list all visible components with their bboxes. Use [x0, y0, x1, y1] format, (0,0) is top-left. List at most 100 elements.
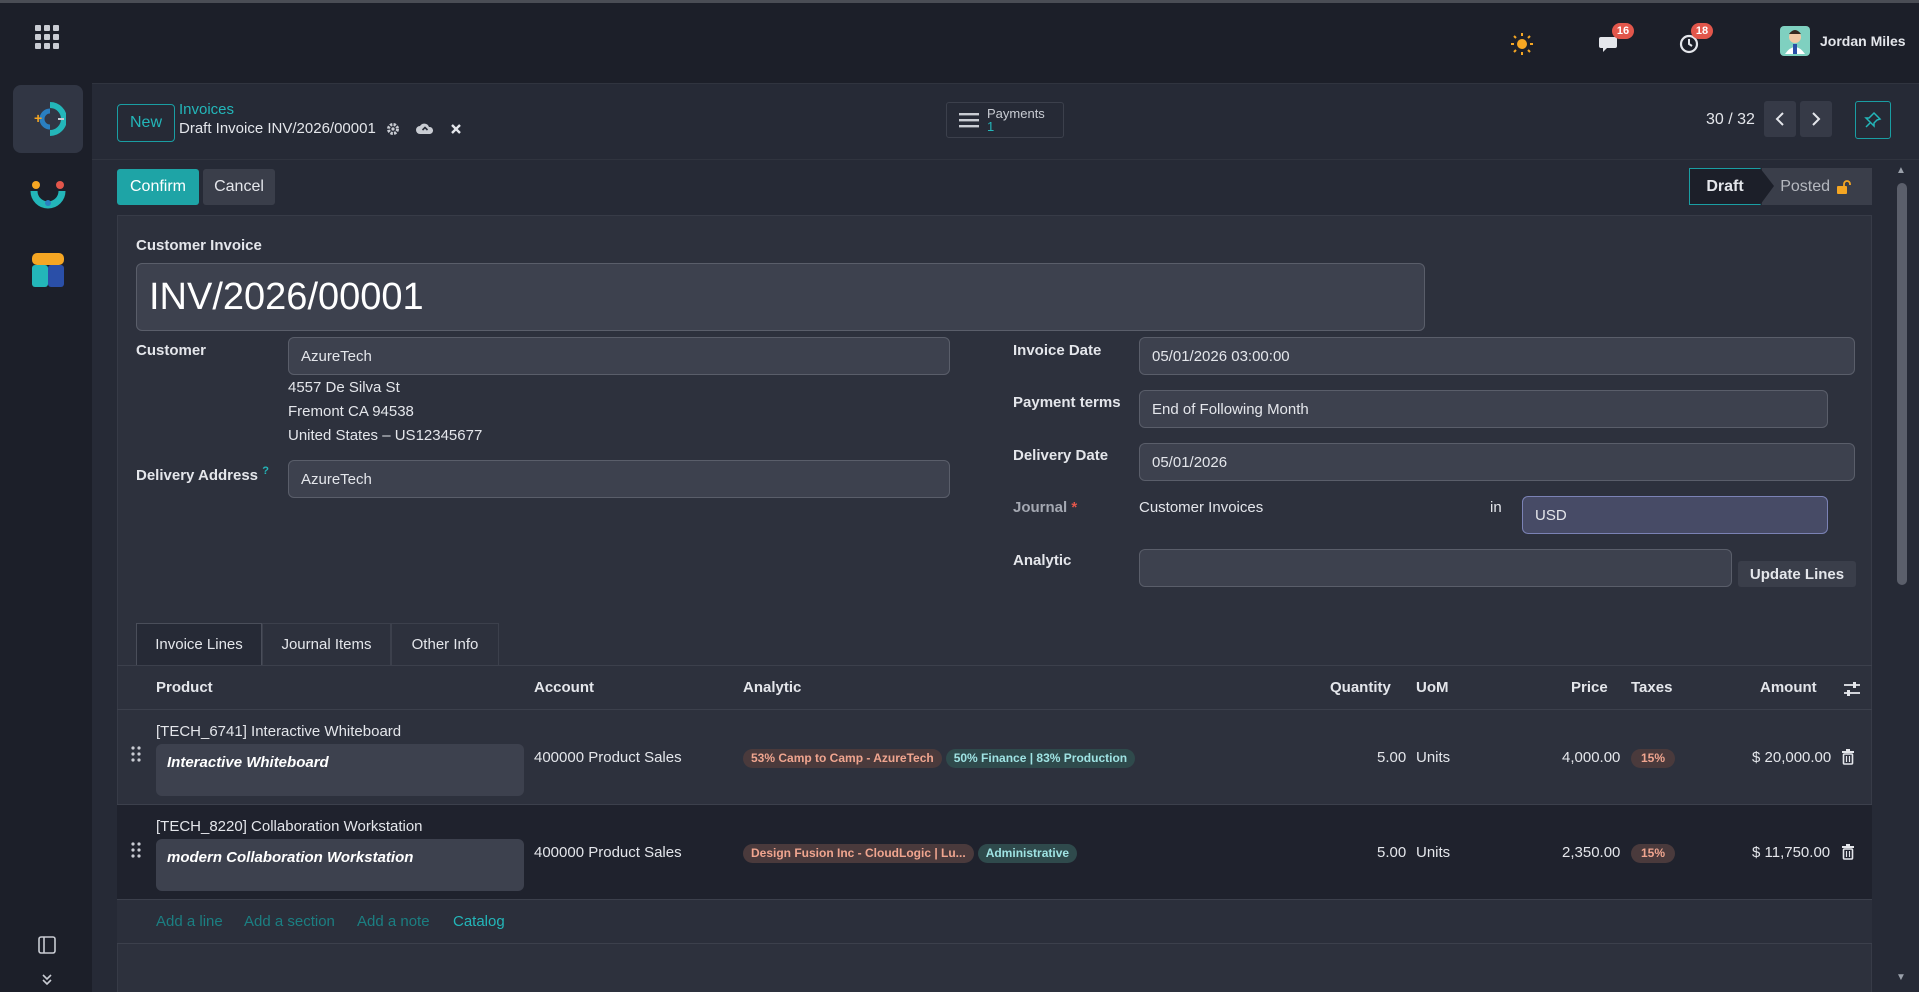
column-header-product[interactable]: Product	[156, 679, 213, 696]
page-title: Draft Invoice INV/2026/00001	[179, 120, 462, 137]
line-description[interactable]: Interactive Whiteboard	[156, 744, 524, 796]
customer-field[interactable]: AzureTech	[288, 337, 950, 375]
line-quantity[interactable]: 5.00	[1377, 749, 1406, 766]
line-account[interactable]: 400000 Product Sales	[534, 844, 682, 861]
trash-icon[interactable]	[1841, 749, 1855, 765]
line-product[interactable]: [TECH_8220] Collaboration Workstation	[156, 818, 423, 835]
invoice-date-label: Invoice Date	[1013, 342, 1102, 359]
list-menu-icon	[959, 113, 979, 128]
control-panel: New Invoices Draft Invoice INV/2026/0000…	[92, 84, 1919, 160]
line-analytic-tags[interactable]: Design Fusion Inc - CloudLogic | Lu... Ad…	[743, 844, 1081, 863]
trash-icon[interactable]	[1841, 844, 1855, 860]
invoice-number-field[interactable]: INV/2026/00001	[136, 263, 1425, 331]
catalog-link[interactable]: Catalog	[453, 913, 505, 930]
line-uom[interactable]: Units	[1416, 844, 1450, 861]
update-lines-button[interactable]: Update Lines	[1738, 561, 1856, 587]
column-header-price[interactable]: Price	[1571, 679, 1608, 696]
column-header-analytic[interactable]: Analytic	[743, 679, 801, 696]
column-header-quantity[interactable]: Quantity	[1330, 679, 1391, 696]
analytic-label: Analytic	[1013, 552, 1072, 569]
line-analytic-tags[interactable]: 53% Camp to Camp - AzureTech 50% Finance …	[743, 749, 1139, 768]
delivery-date-field[interactable]: 05/01/2026	[1139, 443, 1855, 481]
currency-in-label: in	[1490, 499, 1502, 516]
line-uom[interactable]: Units	[1416, 749, 1450, 766]
analytic-field[interactable]	[1139, 549, 1732, 587]
delivery-address-field[interactable]: AzureTech	[288, 460, 950, 498]
line-tax-badge[interactable]: 15%	[1631, 749, 1676, 768]
cloud-upload-icon[interactable]	[415, 122, 434, 136]
currency-field[interactable]: USD	[1522, 496, 1828, 534]
status-posted[interactable]: Posted	[1762, 168, 1872, 205]
line-account[interactable]: 400000 Product Sales	[534, 749, 682, 766]
discuss-app-icon[interactable]	[13, 161, 83, 229]
activities-count-badge: 18	[1691, 23, 1713, 39]
record-title-text: Draft Invoice INV/2026/00001	[179, 120, 376, 137]
accounting-app-icon[interactable]: +	[13, 85, 83, 153]
analytic-tag: Design Fusion Inc - CloudLogic | Lu...	[743, 844, 974, 863]
add-section-link[interactable]: Add a section	[244, 913, 335, 930]
column-header-account[interactable]: Account	[534, 679, 594, 696]
svg-text:+: +	[34, 110, 42, 126]
status-draft[interactable]: Draft	[1689, 168, 1761, 205]
confirm-button[interactable]: Confirm	[117, 169, 199, 205]
pager-next-button[interactable]	[1800, 101, 1832, 137]
pin-icon	[1864, 111, 1882, 128]
column-header-taxes[interactable]: Taxes	[1631, 679, 1672, 696]
user-menu[interactable]: Jordan Miles	[1780, 26, 1906, 56]
line-price[interactable]: 4,000.00	[1562, 749, 1620, 766]
line-tax-badge[interactable]: 15%	[1631, 844, 1676, 863]
add-line-link[interactable]: Add a line	[156, 913, 223, 930]
column-header-uom[interactable]: UoM	[1416, 679, 1449, 696]
activity-clock-icon[interactable]: 18	[1674, 23, 1713, 59]
payments-smart-button[interactable]: Payments 1	[946, 102, 1064, 138]
delivery-date-label: Delivery Date	[1013, 447, 1109, 464]
chat-icon[interactable]: 16	[1595, 23, 1634, 59]
documents-app-icon[interactable]	[13, 237, 83, 305]
pager-value[interactable]: 30 / 32	[1706, 111, 1755, 129]
discard-close-icon[interactable]	[450, 123, 462, 135]
messages-count-badge: 16	[1612, 23, 1634, 39]
drag-handle-icon[interactable]	[131, 842, 141, 863]
column-header-amount[interactable]: Amount	[1760, 679, 1817, 696]
tab-other-info[interactable]: Other Info	[391, 623, 499, 665]
status-posted-label: Posted	[1780, 177, 1830, 195]
apps-menu-icon[interactable]	[35, 25, 59, 49]
scroll-down-icon[interactable]: ▼	[1896, 972, 1906, 983]
tab-journal-items[interactable]: Journal Items	[262, 623, 391, 665]
sidebar-toggle-icon[interactable]	[36, 936, 58, 958]
user-name: Jordan Miles	[1820, 33, 1906, 49]
optional-columns-icon[interactable]	[1843, 681, 1861, 702]
scroll-up-icon[interactable]: ▲	[1896, 165, 1906, 176]
avatar	[1780, 26, 1810, 56]
scrollbar-thumb[interactable]	[1897, 183, 1907, 585]
required-marker: *	[1071, 499, 1078, 516]
chatter-toggle-button[interactable]	[1855, 101, 1891, 139]
cancel-button[interactable]: Cancel	[203, 169, 275, 205]
payments-count: 1	[987, 119, 995, 134]
analytic-tag: 53% Camp to Camp - AzureTech	[743, 749, 942, 768]
journal-value[interactable]: Customer Invoices	[1139, 499, 1263, 516]
line-price[interactable]: 2,350.00	[1562, 844, 1620, 861]
theme-sun-icon[interactable]	[1507, 29, 1537, 59]
status-arrow	[1760, 168, 1774, 205]
journal-label: Journal *	[1013, 499, 1077, 516]
payment-terms-field[interactable]: End of Following Month	[1139, 390, 1828, 428]
help-tooltip-icon[interactable]: ?	[262, 465, 269, 477]
breadcrumb[interactable]: Invoices	[179, 101, 234, 118]
add-note-link[interactable]: Add a note	[357, 913, 430, 930]
drag-handle-icon[interactable]	[131, 746, 141, 767]
line-product[interactable]: [TECH_6741] Interactive Whiteboard	[156, 723, 401, 740]
expand-down-icon[interactable]	[36, 973, 58, 992]
invoice-type-label: Customer Invoice	[136, 237, 262, 254]
line-description[interactable]: modern Collaboration Workstation	[156, 839, 524, 891]
tab-invoice-lines[interactable]: Invoice Lines	[136, 623, 262, 665]
gear-icon[interactable]	[386, 122, 400, 136]
payments-label: Payments	[987, 106, 1045, 121]
invoice-date-field[interactable]: 05/01/2026 03:00:00	[1139, 337, 1855, 375]
top-navbar: 16 18 Jordan Miles	[92, 3, 1919, 84]
pager-previous-button[interactable]	[1764, 101, 1796, 137]
analytic-tag: 50% Finance | 83% Production	[945, 749, 1136, 768]
line-quantity[interactable]: 5.00	[1377, 844, 1406, 861]
app-sidebar: +	[0, 3, 92, 992]
new-button[interactable]: New	[117, 104, 175, 142]
